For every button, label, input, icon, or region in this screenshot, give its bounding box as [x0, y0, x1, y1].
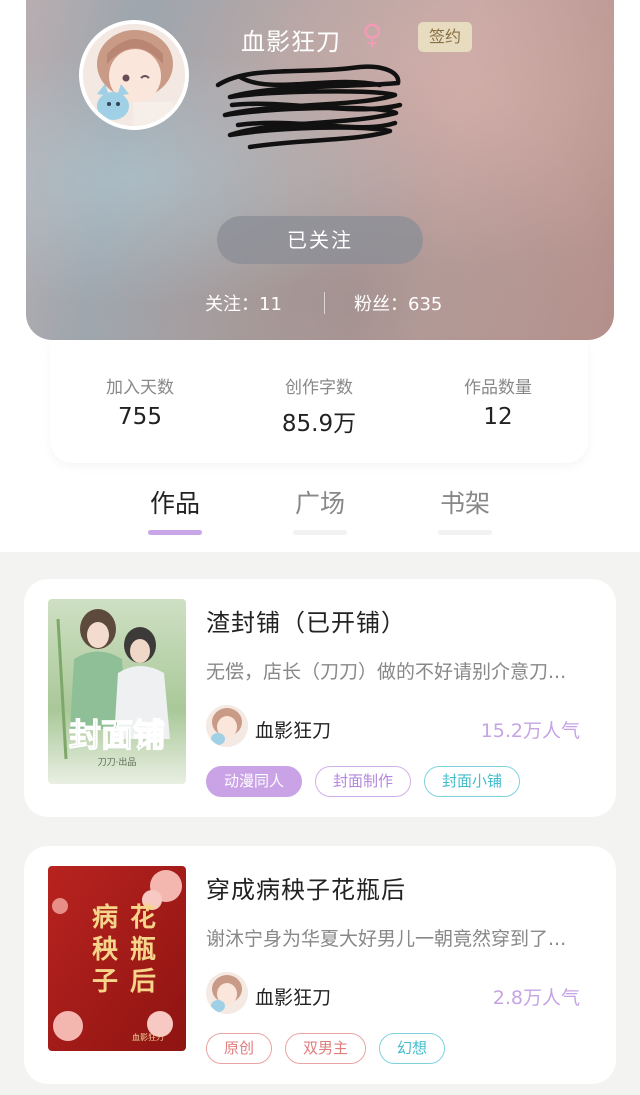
tag-chip[interactable]: 原创: [206, 1033, 273, 1064]
user-avatar[interactable]: [79, 20, 189, 130]
stat-word-count: 创作字数 85.9万: [281, 378, 357, 437]
tag-chip[interactable]: 双男主: [285, 1033, 367, 1064]
book-card[interactable]: 病花 秧瓶 子后 血影狂刀 穿成病秧子花瓶后 谢沐宁身为华夏大好男儿一朝竟然穿到…: [24, 846, 616, 1084]
book-card[interactable]: 封面铺 刀刀·出品 渣封铺（已开铺） 无偿，店长（刀刀）做的不好请别介意刀...…: [24, 579, 616, 817]
tab-square[interactable]: 广场: [280, 484, 360, 520]
tag-chip[interactable]: 封面制作: [315, 766, 412, 797]
stat-works-count: 作品数量 12: [464, 378, 532, 430]
redaction-scribble: [215, 64, 403, 150]
book-title[interactable]: 渣封铺（已开铺）: [206, 603, 406, 638]
cover-subtext: 血影狂刀: [132, 1032, 164, 1042]
following-count[interactable]: 关注：11: [205, 290, 282, 316]
book-title[interactable]: 穿成病秧子花瓶后: [206, 870, 406, 905]
female-icon: ♀: [362, 18, 383, 51]
tab-bookshelf[interactable]: 书架: [425, 484, 505, 520]
book-cover[interactable]: 病花 秧瓶 子后 血影狂刀: [48, 866, 186, 1051]
cover-title-text: 封面铺: [69, 716, 165, 754]
tag-chip[interactable]: 动漫同人: [206, 766, 303, 797]
author-name[interactable]: 血影狂刀: [255, 983, 331, 1010]
book-description: 谢沐宁身为华夏大好男儿一朝竟然穿到了...: [206, 928, 567, 950]
tag-chip[interactable]: 封面小铺: [424, 766, 521, 797]
stat-join-days: 加入天数 755: [106, 378, 174, 430]
popularity-count: 15.2万人气: [480, 720, 580, 742]
username: 血影狂刀: [241, 28, 341, 56]
author-name[interactable]: 血影狂刀: [255, 716, 331, 743]
author-avatar[interactable]: [206, 972, 248, 1014]
tab-works[interactable]: 作品: [135, 484, 215, 520]
cover-subtext: 刀刀·出品: [98, 756, 137, 768]
book-cover[interactable]: 封面铺 刀刀·出品: [48, 599, 186, 784]
profile-section: 血影狂刀 ♀ 签约 已关注 关注：11 粉丝：635 加入天数 755 创作字数…: [0, 0, 640, 552]
tab-square-indicator: [293, 530, 347, 535]
book-description: 无偿，店长（刀刀）做的不好请别介意刀...: [206, 661, 567, 683]
tag-list: 原创 双男主 幻想: [206, 1033, 446, 1064]
tab-bookshelf-indicator: [438, 530, 492, 535]
stats-card: 加入天数 755 创作字数 85.9万 作品数量 12: [50, 340, 588, 463]
popularity-count: 2.8万人气: [492, 987, 580, 1009]
author-avatar[interactable]: [206, 705, 248, 747]
followed-button[interactable]: 已关注: [217, 216, 423, 264]
tab-works-indicator: [148, 530, 202, 535]
stats-divider: [324, 292, 325, 314]
tag-list: 动漫同人 封面制作 封面小铺: [206, 766, 521, 797]
tag-chip[interactable]: 幻想: [379, 1033, 446, 1064]
signed-badge: 签约: [418, 22, 472, 52]
fans-count[interactable]: 粉丝：635: [354, 290, 442, 316]
